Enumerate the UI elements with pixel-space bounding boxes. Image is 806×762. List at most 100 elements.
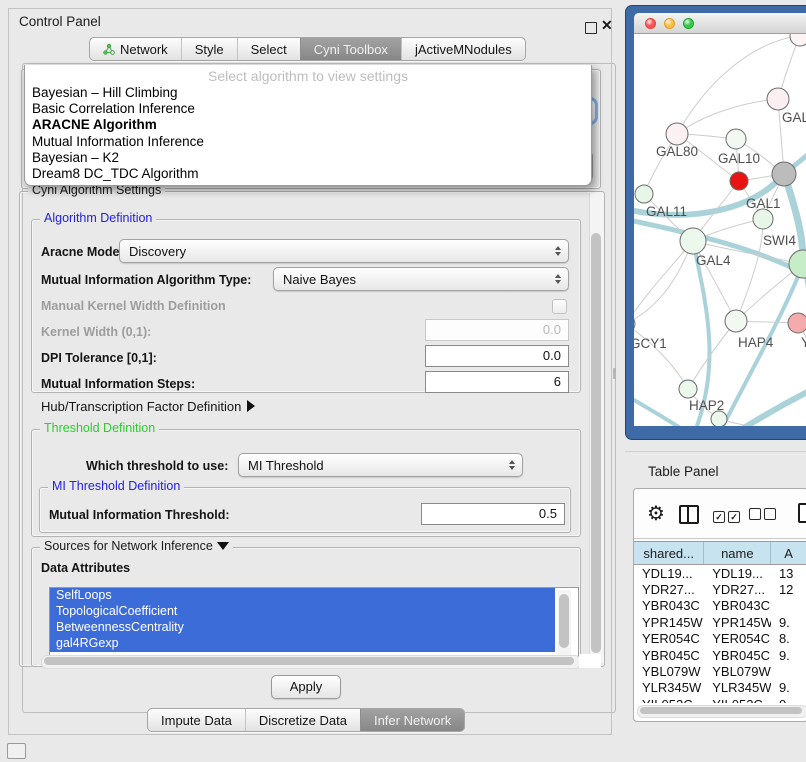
kernel-width-field[interactable]: 0.0 [425, 319, 569, 341]
network-node-gal1[interactable] [753, 209, 773, 229]
split-columns-icon[interactable] [679, 505, 699, 524]
docked-panel-icon[interactable] [7, 743, 26, 759]
network-edge[interactable] [734, 386, 806, 426]
combo-arrows-icon [509, 460, 515, 470]
tab-cyni-toolbox[interactable]: Cyni Toolbox [300, 38, 401, 60]
mi-threshold-field[interactable]: 0.5 [421, 503, 565, 525]
tab-impute-data[interactable]: Impute Data [148, 709, 245, 731]
network-node-gal80[interactable] [666, 123, 688, 145]
float-panel-icon[interactable] [585, 22, 597, 34]
network-edge[interactable] [736, 219, 763, 321]
network-window-titlebar[interactable] [634, 13, 806, 34]
network-edge[interactable] [634, 324, 688, 389]
tab-select[interactable]: Select [237, 38, 300, 60]
collapse-down-icon [217, 542, 229, 550]
network-node-gal11[interactable] [635, 185, 653, 203]
table-row[interactable]: YER054CYER054C8. [634, 631, 806, 647]
apply-button[interactable]: Apply [271, 675, 341, 699]
attribute-list-hscrollbar[interactable] [41, 655, 581, 669]
table-cell: YDL19... [634, 566, 704, 581]
table-cell: YER054C [704, 631, 771, 646]
network-edge[interactable] [634, 394, 696, 426]
algorithm-option-basic-correlation-inference[interactable]: Basic Correlation Inference [25, 101, 591, 117]
attribute-item-betweennesscentrality[interactable]: BetweennessCentrality [50, 620, 555, 636]
algorithm-option-bayesian-hill-climbing[interactable]: Bayesian – Hill Climbing [25, 85, 591, 101]
network-node-hap4[interactable] [725, 310, 747, 332]
algorithm-option-mutual-information-inference[interactable]: Mutual Information Inference [25, 134, 591, 150]
network-node-gal4[interactable] [680, 228, 706, 254]
attribute-item-selfloops[interactable]: SelfLoops [50, 588, 555, 604]
network-edge[interactable] [677, 99, 778, 134]
select-all-columns-icon[interactable]: ✓✓ [713, 507, 743, 525]
kernel-width-label: Kernel Width (0,1): [41, 325, 151, 339]
attribute-list-scrollbar-thumb[interactable] [559, 594, 569, 648]
tab-network[interactable]: Network [90, 38, 181, 60]
table-row[interactable]: YBR043CYBR043C [634, 598, 806, 614]
table-cell: YBR043C [634, 598, 704, 613]
tab-label: Infer Network [374, 713, 451, 728]
tab-discretize-data[interactable]: Discretize Data [245, 709, 360, 731]
table-row[interactable]: YLR345WYLR345W9. [634, 680, 806, 696]
column-header-shared[interactable]: shared... [634, 542, 704, 564]
mi-type-combobox[interactable]: Naive Bayes [273, 267, 569, 291]
attribute-item-topologicalcoefficient[interactable]: TopologicalCoefficient [50, 604, 555, 620]
network-graph: GALGAL80GAL10GAL1GAL11GAL4SWI4GCY1HAP4YH… [634, 34, 806, 426]
table-row[interactable]: YDL19...YDL19...13 [634, 565, 806, 581]
table-row[interactable]: YDR27...YDR27...12 [634, 581, 806, 597]
network-node-gal[interactable] [767, 88, 789, 110]
which-threshold-combobox[interactable]: MI Threshold [238, 453, 523, 477]
attribute-list-scrollbar[interactable] [558, 590, 571, 658]
tab-style[interactable]: Style [181, 38, 237, 60]
data-attributes-list[interactable]: SelfLoopsTopologicalCoefficientBetweenne… [49, 587, 579, 661]
splitter-handle[interactable] [613, 368, 616, 379]
network-node-hap2[interactable] [679, 380, 697, 398]
deselect-all-columns-icon[interactable] [749, 507, 779, 525]
network-node-y[interactable] [788, 313, 806, 333]
network-node[interactable] [711, 411, 727, 426]
algorithm-option-dream8-dc-tdc-algorithm[interactable]: Dream8 DC_TDC Algorithm [25, 166, 591, 182]
settings-scrollbar[interactable] [589, 193, 603, 663]
table-hscrollbar[interactable] [637, 705, 806, 718]
attribute-list-hscrollbar-thumb[interactable] [44, 657, 574, 665]
close-icon[interactable]: ✕ [601, 17, 613, 34]
network-node[interactable] [730, 172, 748, 190]
tab-jactivemnodules[interactable]: jActiveMNodules [401, 38, 525, 60]
network-edge[interactable] [634, 241, 693, 324]
minimize-window-icon[interactable] [664, 18, 675, 29]
table-row[interactable]: YBL079WYBL079W [634, 663, 806, 679]
sources-legend[interactable]: Sources for Network Inference [40, 539, 233, 553]
tab-infer-network[interactable]: Infer Network [360, 709, 464, 731]
table-row[interactable]: YPR145WYPR145W9. [634, 614, 806, 630]
column-header-a[interactable]: A [771, 542, 806, 564]
table-cell: YBL079W [634, 664, 704, 679]
mi-steps-field[interactable]: 6 [425, 371, 569, 393]
network-edge[interactable] [688, 321, 736, 389]
network-node[interactable] [790, 34, 806, 46]
scrollbar-corner [579, 654, 601, 668]
gear-icon[interactable]: ⚙ [647, 501, 665, 526]
dpi-tolerance-field[interactable]: 0.0 [425, 345, 569, 367]
table-row[interactable]: YBR045CYBR045C9. [634, 647, 806, 663]
network-node[interactable] [772, 162, 796, 186]
network-node-gal10[interactable] [726, 129, 746, 149]
zoom-window-icon[interactable] [683, 18, 694, 29]
mi-threshold-label: Mutual Information Threshold: [49, 508, 230, 522]
algorithm-option-aracne-algorithm[interactable]: ARACNE Algorithm [25, 117, 591, 133]
network-node-swi4[interactable] [789, 250, 806, 278]
aracne-mode-combobox[interactable]: Discovery [119, 239, 569, 263]
table-cell: 9. [771, 680, 806, 695]
new-table-icon[interactable] [798, 503, 806, 523]
close-window-icon[interactable] [645, 18, 656, 29]
attribute-item-gal4rgexp[interactable]: gal4RGexp [50, 636, 555, 652]
hub-definition-toggle[interactable]: Hub/Transcription Factor Definition [41, 399, 255, 414]
network-edge[interactable] [634, 241, 693, 324]
node-label: GAL4 [696, 253, 731, 268]
manual-kernel-checkbox[interactable] [552, 299, 567, 314]
table-hscrollbar-thumb[interactable] [640, 707, 802, 714]
algorithm-option-bayesian-k2[interactable]: Bayesian – K2 [25, 150, 591, 166]
network-canvas[interactable]: GALGAL80GAL10GAL1GAL11GAL4SWI4GCY1HAP4YH… [634, 34, 806, 426]
column-header-name[interactable]: name [704, 542, 771, 564]
settings-scrollbar-thumb[interactable] [591, 233, 601, 653]
table-row[interactable]: YIL052CYIL052C0. [634, 696, 806, 703]
network-edge[interactable] [634, 219, 806, 282]
